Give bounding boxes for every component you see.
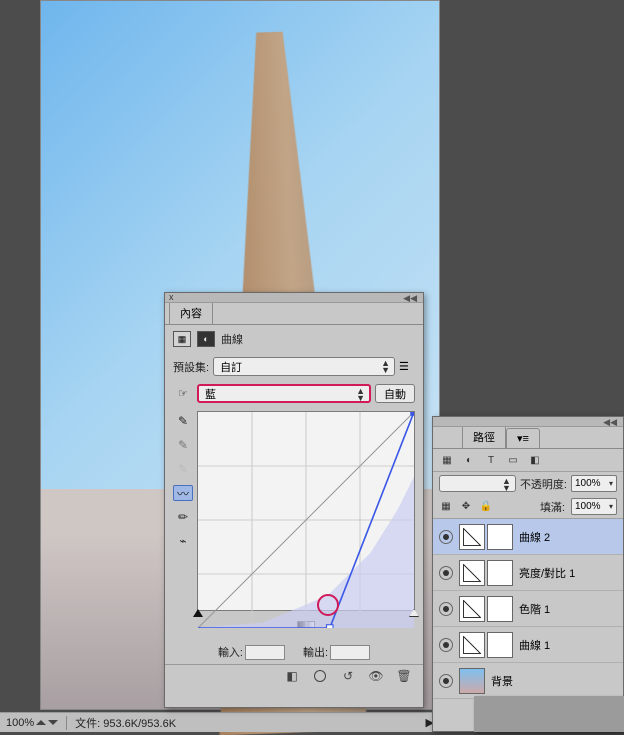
gray-eyedropper-icon[interactable]: ✎ [173,437,193,453]
mask-icon[interactable]: ◐ [197,331,215,347]
channel-select[interactable]: 藍 ▲▼ [197,384,371,403]
curve-output-field[interactable] [330,645,370,660]
mask-thumb-icon [487,560,513,586]
layer-row[interactable]: 曲線 1 [433,627,623,663]
visibility-toggle-icon[interactable] [439,530,453,544]
properties-tab-bar: 內容 [165,303,423,325]
reset-icon[interactable]: ↺ [339,669,357,683]
input-label: 輸入: [218,644,243,660]
highlighted-control-point [317,594,339,616]
panel-close-icon[interactable]: x [169,292,174,302]
output-label: 輸出: [303,644,328,660]
layer-name[interactable]: 曲線 2 [519,529,617,545]
filter-adjust-icon[interactable]: ◐ [461,453,477,467]
filter-type-icon[interactable]: T [483,453,499,467]
properties-panel: x ◀◀ 內容 ▦ ◐ 曲線 預設集: 自訂 ▲▼ ☰ ☞ 藍 ▲▼ 自動 ✎ … [164,292,424,708]
auto-button[interactable]: 自動 [375,384,415,403]
channel-value: 藍 [205,386,216,402]
panel-titlebar[interactable]: x ◀◀ [165,293,423,303]
opacity-label: 不透明度: [520,476,567,492]
layer-list: 曲線 2 亮度/對比 1 色階 1 曲線 1 背景 [433,519,623,699]
adjustment-thumb-icon [459,560,485,586]
filter-smart-icon[interactable]: ◧ [527,453,543,467]
mask-thumb-icon [487,632,513,658]
filter-pixel-icon[interactable]: ▦ [439,453,455,467]
toggle-visibility-icon[interactable]: 👁 [367,669,385,683]
zoom-down-icon[interactable] [48,720,58,725]
curves-tool-column: ✎ ✎ ✎ 〰 ✏ ⌁ [173,411,193,632]
smooth-curve-tool-icon[interactable]: ⌁ [173,533,193,549]
layers-menu-icon[interactable]: ▾≡ [506,428,540,448]
layer-name[interactable]: 亮度/對比 1 [519,565,617,581]
fill-value: 100% [575,501,601,512]
preset-menu-icon[interactable]: ☰ [399,360,415,373]
layer-name[interactable]: 背景 [491,673,617,689]
status-bar: 100% 文件: 953.6K/953.6K ▶ [0,712,440,732]
view-previous-icon[interactable] [311,669,329,683]
black-eyedropper-icon[interactable]: ✎ [173,413,193,429]
white-eyedropper-icon[interactable]: ✎ [173,461,193,477]
filter-shape-icon[interactable]: ▭ [505,453,521,467]
opacity-value: 100% [575,478,601,489]
layer-name[interactable]: 曲線 1 [519,637,617,653]
mask-thumb-icon [487,524,513,550]
delete-adjustment-icon[interactable]: 🗑 [395,669,413,683]
zoom-up-icon[interactable] [36,720,46,725]
visibility-toggle-icon[interactable] [439,566,453,580]
zoom-control[interactable]: 100% [6,717,58,729]
layer-row[interactable]: 曲線 2 [433,519,623,555]
layer-row[interactable]: 背景 [433,663,623,699]
auto-button-label: 自動 [384,386,406,402]
preset-select[interactable]: 自訂 ▲▼ [213,357,395,376]
visibility-toggle-icon[interactable] [439,638,453,652]
curve-input-field[interactable] [245,645,285,660]
layers-panel: ◀◀ 路徑 ▾≡ ▦ ◐ T ▭ ◧ ▲▼ 不透明度: 100% ▾ ▦ ✥ 🔒… [432,416,624,732]
paths-tab[interactable]: 路徑 [462,425,506,448]
lock-position-icon[interactable]: ✥ [459,500,473,514]
layers-titlebar[interactable]: ◀◀ [433,417,623,427]
pencil-curve-tool-icon[interactable]: ✏ [173,509,193,525]
properties-tab[interactable]: 內容 [169,301,213,324]
image-thumb-icon [459,668,485,694]
layer-row[interactable]: 色階 1 [433,591,623,627]
preset-label: 預設集: [173,359,209,375]
blend-mode-select[interactable]: ▲▼ [439,475,516,492]
fill-label: 填滿: [540,499,565,515]
panel-collapse-icon[interactable]: ◀◀ [403,293,417,304]
adjustment-type-icon[interactable]: ▦ [173,331,191,347]
mask-thumb-icon [487,596,513,622]
preset-value: 自訂 [220,359,242,375]
visibility-toggle-icon[interactable] [439,674,453,688]
curves-graph[interactable] [197,411,415,611]
floating-panel[interactable] [474,696,624,732]
opacity-field[interactable]: 100% ▾ [571,475,617,492]
filesize-label: 文件: 953.6K/953.6K [75,715,176,731]
lock-pixels-icon[interactable]: ▦ [439,500,453,514]
lock-all-icon[interactable]: 🔒 [479,500,493,514]
clip-to-layer-icon[interactable]: ◧ [283,669,301,683]
adjustment-thumb-icon [459,596,485,622]
zoom-value: 100% [6,717,34,729]
on-image-adjust-icon[interactable]: ☞ [173,387,193,400]
adjustment-title: 曲線 [221,331,243,347]
layers-collapse-icon[interactable]: ◀◀ [603,417,617,428]
layer-name[interactable]: 色階 1 [519,601,617,617]
adjustment-thumb-icon [459,632,485,658]
point-curve-tool-icon[interactable]: 〰 [173,485,193,501]
visibility-toggle-icon[interactable] [439,602,453,616]
fill-field[interactable]: 100% ▾ [571,498,617,515]
layer-row[interactable]: 亮度/對比 1 [433,555,623,591]
adjustment-thumb-icon [459,524,485,550]
